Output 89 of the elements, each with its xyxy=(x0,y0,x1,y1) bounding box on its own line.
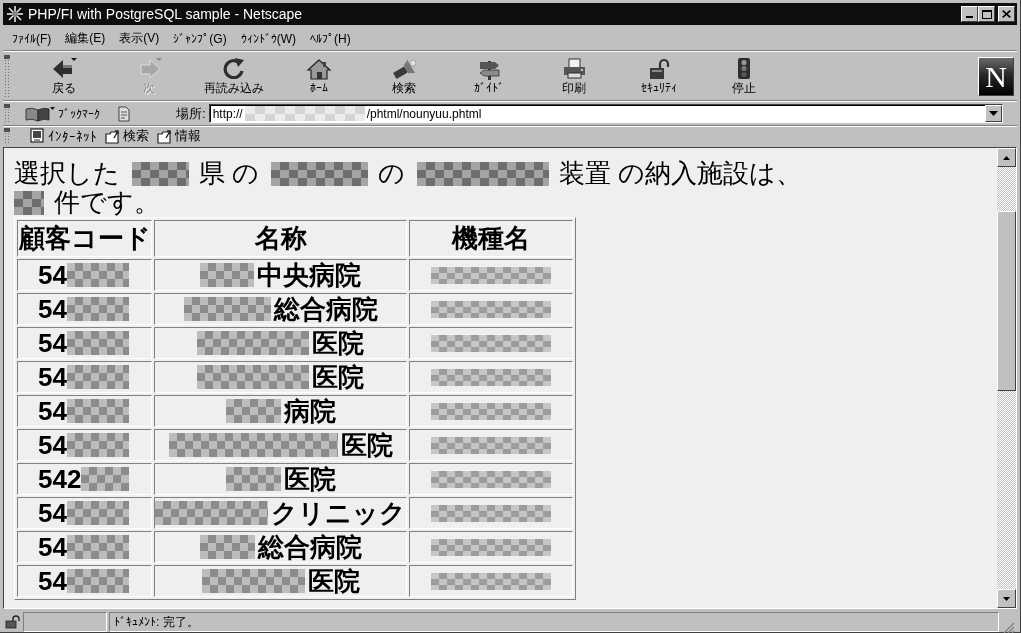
pixelated-block xyxy=(66,535,129,559)
maximize-icon xyxy=(981,9,992,19)
status-text: ﾄﾞｷｭﾒﾝﾄ: 完了。 xyxy=(109,612,999,632)
pixelated-block xyxy=(66,501,129,525)
caret-down-icon xyxy=(989,111,998,116)
toolbar-button[interactable]: ｾｷｭﾘﾃｨ xyxy=(616,53,701,100)
column-header: 機種名 xyxy=(409,220,573,257)
cell-text: 54 xyxy=(38,260,67,290)
cell-text: 医院 xyxy=(312,362,364,392)
toolbar-button[interactable]: 印刷 xyxy=(531,53,616,100)
toolbar-link[interactable]: 情報 xyxy=(154,127,204,145)
toolbar-button[interactable]: 再読み込み xyxy=(191,53,276,100)
toolbar-button[interactable]: 停止 xyxy=(701,53,786,100)
cell-text: 医院 xyxy=(283,464,336,494)
padlock-icon[interactable] xyxy=(4,615,20,629)
menu-item[interactable]: ｼﾞｬﾝﾌﾟ(G) xyxy=(168,29,232,48)
location-label: 場所: xyxy=(176,104,206,123)
minimize-icon xyxy=(966,16,973,18)
bookmarks-button[interactable]: ﾌﾞｯｸﾏｰｸ xyxy=(23,105,102,122)
close-button[interactable] xyxy=(998,6,1015,22)
cell-text: 54 xyxy=(38,430,67,460)
cell-text: 54 xyxy=(38,362,67,392)
menu-item[interactable]: 編集(E) xyxy=(60,28,111,49)
column-header: 顧客コード xyxy=(17,220,152,257)
scroll-up-button[interactable] xyxy=(997,148,1016,167)
resize-grip-icon[interactable] xyxy=(1003,622,1015,633)
heading-text: 県 の xyxy=(199,157,260,190)
pixelated-block xyxy=(200,263,254,287)
heading-text: の xyxy=(378,157,406,190)
cell-text: 総合病院 xyxy=(257,532,362,562)
cell-text: 医院 xyxy=(307,566,360,596)
star-icon[interactable] xyxy=(6,5,24,23)
document-icon xyxy=(30,128,44,144)
menu-item[interactable]: ﾌｧｲﾙ(F) xyxy=(7,29,57,48)
cell-text: 54 xyxy=(38,396,67,426)
house-icon xyxy=(305,58,332,80)
pixelated-block xyxy=(66,569,129,593)
toolbar-button[interactable]: 戻る xyxy=(21,53,106,100)
pixelated-block xyxy=(66,263,129,287)
toolbar-button[interactable]: ｶﾞｲﾄﾞ xyxy=(446,53,531,100)
cell-text: 542 xyxy=(38,464,82,494)
url-field[interactable]: http:// /phtml/nounyuu.phtml xyxy=(208,104,1003,123)
cell-text: 医院 xyxy=(340,430,393,460)
toolbar-link[interactable]: ｲﾝﾀｰﾈｯﾄ xyxy=(27,128,100,144)
pixelated-block xyxy=(225,467,281,491)
cell-text: 54 xyxy=(38,498,67,528)
caret-up-icon xyxy=(1003,155,1010,160)
column-header: 名称 xyxy=(154,220,407,257)
heading-text: 装置 の納入施設は、 xyxy=(559,157,803,190)
pixelated-block xyxy=(66,433,129,457)
cell-text: 54 xyxy=(38,566,67,596)
dropdown-button[interactable] xyxy=(985,105,1002,122)
minimize-button[interactable] xyxy=(961,6,978,22)
folder-icon xyxy=(105,128,119,144)
grip-icon[interactable] xyxy=(4,128,10,144)
pixelated-block xyxy=(199,535,255,559)
pixelated-block xyxy=(66,297,129,321)
cell-text: 病院 xyxy=(283,396,336,426)
cell-text: 総合病院 xyxy=(273,294,378,324)
pixelated-block xyxy=(14,190,44,215)
folder-icon xyxy=(157,128,171,144)
caret-down-icon xyxy=(1003,596,1010,601)
pixelated-block xyxy=(66,365,129,389)
cell-text: 医院 xyxy=(312,328,364,358)
scroll-down-button[interactable] xyxy=(997,589,1016,608)
menu-item[interactable]: 表示(V) xyxy=(114,28,165,49)
toolbar-link[interactable]: 検索 xyxy=(102,127,152,145)
cell-text: 54 xyxy=(38,294,67,324)
menu-item[interactable]: ｳｨﾝﾄﾞｳ(W) xyxy=(235,29,301,48)
close-icon xyxy=(1002,10,1011,18)
logo[interactable]: N xyxy=(978,57,1014,96)
window-title: PHP/FI with PostgreSQL sample - Netscape xyxy=(28,6,303,22)
cell-text: クリニック xyxy=(271,498,406,528)
flashlight-icon xyxy=(390,56,417,79)
toolbar-button[interactable]: ﾎｰﾑ xyxy=(276,53,361,100)
pixelated-block xyxy=(66,331,129,355)
pixelated-block xyxy=(225,399,281,423)
document-icon[interactable] xyxy=(116,105,130,122)
pixelated-block xyxy=(132,161,189,186)
book-icon xyxy=(25,105,55,122)
toolbar-button[interactable]: 検索 xyxy=(361,53,446,100)
pixelated-block xyxy=(66,399,129,423)
cell-text: 54 xyxy=(38,532,67,562)
pixelated-block xyxy=(81,467,129,491)
cell-text: 54 xyxy=(38,328,67,358)
maximize-button[interactable] xyxy=(978,6,995,22)
menu-item[interactable]: ﾍﾙﾌﾟ(H) xyxy=(305,29,356,48)
scrollbar-thumb[interactable] xyxy=(997,211,1016,391)
cell-text: 中央病院 xyxy=(257,260,361,290)
